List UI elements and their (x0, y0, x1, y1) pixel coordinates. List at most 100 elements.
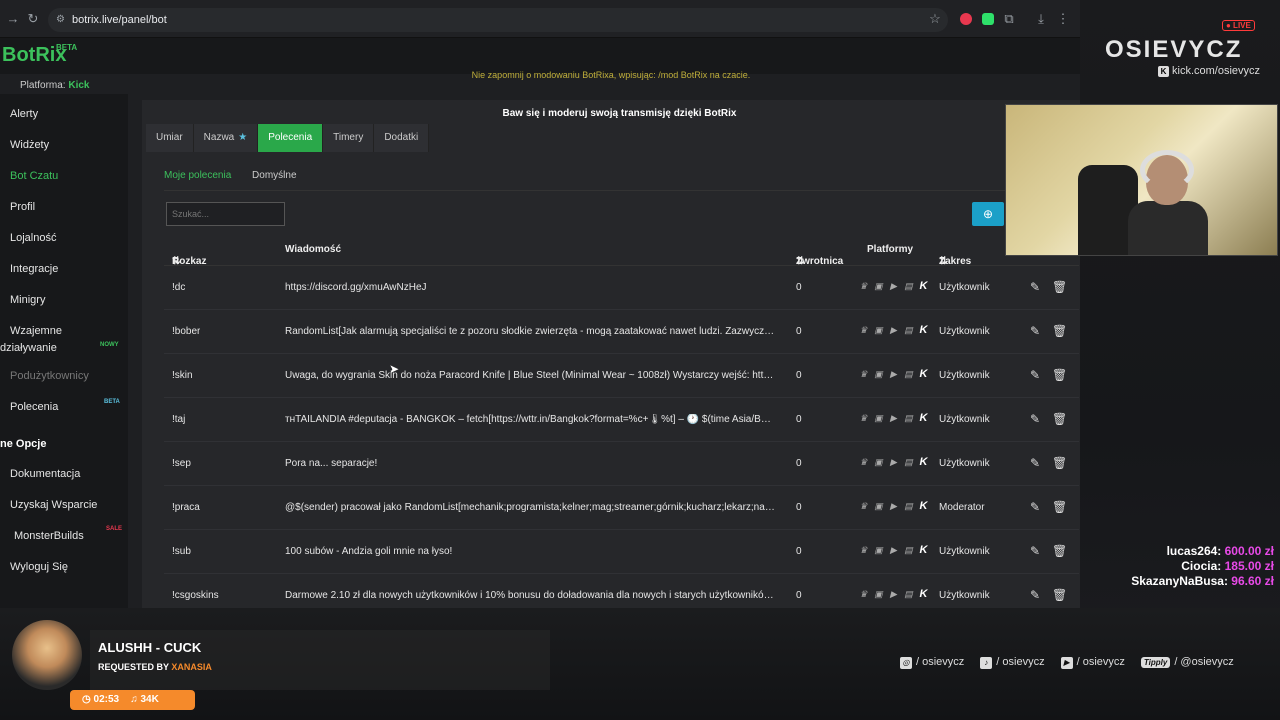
twitch-icon: ▣ (874, 501, 883, 511)
kick-icon: K (919, 588, 928, 600)
table-row: !praca @$(sender) pracował jako RandomLis… (164, 486, 1079, 530)
kick-icon: K (919, 368, 928, 380)
webcam-headphones (1140, 150, 1194, 190)
extensions-puzzle-icon[interactable]: ⧉ (1000, 10, 1018, 28)
sidebar-item-widzety[interactable]: Widżety (10, 139, 49, 151)
table-row: !sub 100 subów - Andzia goli mnie na łyso… (164, 530, 1079, 574)
tab-timery[interactable]: Timery (323, 124, 375, 152)
platform-icons: ♛ ▣ ▶ ▤ K (858, 545, 929, 556)
sidebar-item-wzajemne-line2[interactable]: działywanie (0, 342, 57, 354)
sidebar-item-profil[interactable]: Profil (10, 201, 35, 213)
edit-icon[interactable]: ✎ (1030, 412, 1040, 426)
download-icon[interactable]: ⤓ (1032, 10, 1050, 28)
sidebar-item-wzajemne[interactable]: Wzajemne (10, 325, 62, 337)
url-text: botrix.live/panel/bot (72, 14, 167, 26)
sidebar-item-integracje[interactable]: Integracje (10, 263, 58, 275)
sidebar-item-lojalnosc[interactable]: Lojalność (10, 232, 56, 244)
edit-icon[interactable]: ✎ (1030, 368, 1040, 382)
channel-logo: OSIEVYCZ (1105, 36, 1243, 63)
sidebar-item-wsparcie[interactable]: Uzyskaj Wsparcie (10, 499, 97, 511)
bookmark-star-icon[interactable]: ☆ (926, 10, 944, 28)
sidebar-item-bot-czatu[interactable]: Bot Czatu (10, 170, 58, 182)
requester-name: XANASIA (171, 662, 212, 672)
edit-icon[interactable]: ✎ (1030, 456, 1040, 470)
kick-bot-icon: ♛ (859, 501, 868, 511)
sidebar-section-options: ne Opcje (0, 438, 47, 450)
search-input[interactable] (166, 202, 285, 226)
delete-icon[interactable]: 🗑 (1052, 368, 1067, 382)
command-scope: Użytkownik (939, 326, 990, 337)
delete-icon[interactable]: 🗑 (1052, 544, 1067, 558)
command-name: !dc (172, 282, 186, 293)
edit-icon[interactable]: ✎ (1030, 500, 1040, 514)
youtube-icon: ▶ (1060, 657, 1073, 669)
col-message: Wiadomość (285, 244, 342, 255)
plus-icon: ⊕ (982, 207, 994, 221)
platform-icons: ♛ ▣ ▶ ▤ K (858, 369, 929, 380)
clock-icon: ◷ (82, 694, 91, 705)
song-artist-avatar (12, 620, 82, 690)
star-icon: ★ (238, 132, 248, 143)
platform-label: Platforma: (20, 80, 66, 91)
command-cooldown: 0 (796, 546, 802, 557)
donor-1: lucas264: 600.00 zł (1167, 544, 1274, 558)
delete-icon[interactable]: 🗑 (1052, 412, 1067, 426)
panel-tabs: Umiar Nazwa ★ Polecenia Timery Dodatki (146, 124, 430, 152)
reload-icon[interactable]: ↻ (24, 10, 42, 28)
forward-icon[interactable]: → (4, 10, 22, 28)
edit-icon[interactable]: ✎ (1030, 588, 1040, 602)
edit-icon[interactable]: ✎ (1030, 324, 1040, 338)
platform-icons: ♛ ▣ ▶ ▤ K (858, 325, 929, 336)
youtube-icon: ▶ (890, 457, 897, 467)
address-bar[interactable]: ⚙ botrix.live/panel/bot (48, 8, 948, 32)
donor-amount: 96.60 zł (1231, 574, 1274, 588)
commands-panel: Baw się i moderuj swoją transmisję dzięk… (142, 100, 1080, 608)
subtab-moje-polecenia[interactable]: Moje polecenia (164, 170, 231, 181)
add-command-button[interactable]: ⊕ (972, 202, 1004, 226)
browser-menu-icon[interactable]: ⋮ (1054, 10, 1072, 28)
donor-3: SkazanyNaBusa: 96.60 zł (1131, 574, 1274, 588)
delete-icon[interactable]: 🗑 (1052, 588, 1067, 602)
botrix-logo[interactable]: BotRix BETA (2, 43, 77, 67)
tab-nazwa[interactable]: Nazwa ★ (193, 124, 259, 152)
song-request-panel (90, 630, 550, 690)
command-name: !csgoskins (172, 590, 219, 601)
extension-green-icon[interactable] (982, 13, 994, 25)
song-title: ALUSHH - CUCK (98, 640, 202, 655)
site-info-icon[interactable]: ⚙ (56, 8, 65, 32)
kick-bot-icon: ♛ (859, 369, 868, 379)
command-message: Uwaga, do wygrania Skin do noża Paracord… (285, 370, 775, 381)
kick-handle: Kkick.com/osievycz (1158, 65, 1260, 77)
tab-umiar[interactable]: Umiar (146, 124, 194, 152)
browser-toolbar: → ↻ ⚙ botrix.live/panel/bot ☆ ⧉ ⤓ ⋮ (0, 0, 1080, 38)
platform-icons: ♛ ▣ ▶ ▤ K (858, 281, 929, 292)
panel-title: Baw się i moderuj swoją transmisję dzięk… (502, 108, 737, 119)
sidebar-item-monsterbuilds[interactable]: MonsterBuilds (14, 530, 84, 542)
sidebar-item-minigry[interactable]: Minigry (10, 294, 45, 306)
tab-polecenia[interactable]: Polecenia (258, 124, 324, 152)
trovo-icon: ▤ (904, 589, 913, 599)
command-message: Darmowe 2.10 zł dla nowych użytkowników … (285, 590, 775, 601)
delete-icon[interactable]: 🗑 (1052, 280, 1067, 294)
edit-icon[interactable]: ✎ (1030, 544, 1040, 558)
social-instagram: ◎ / osievycz (900, 656, 964, 669)
trovo-icon: ▤ (904, 369, 913, 379)
extension-red-icon[interactable] (960, 13, 972, 25)
sidebar-item-wyloguj[interactable]: Wyloguj Się (10, 561, 68, 573)
command-scope: Użytkownik (939, 414, 990, 425)
command-cooldown: 0 (796, 282, 802, 293)
command-cooldown: 0 (796, 326, 802, 337)
edit-icon[interactable]: ✎ (1030, 280, 1040, 294)
delete-icon[interactable]: 🗑 (1052, 456, 1067, 470)
subtab-domyslne[interactable]: Domyślne (252, 170, 296, 181)
delete-icon[interactable]: 🗑 (1052, 500, 1067, 514)
app-topbar: BotRix BETA (0, 38, 1080, 74)
sidebar-item-polecenia[interactable]: Polecenia (10, 401, 58, 413)
delete-icon[interactable]: 🗑 (1052, 324, 1067, 338)
table-row: !dc https://discord.gg/xmuAwNzHeJ 0 ♛ ▣ ▶ ▤ K Uż… (164, 266, 1079, 310)
sidebar-item-alerty[interactable]: Alerty (10, 108, 38, 120)
sidebar-item-dokumentacja[interactable]: Dokumentacja (10, 468, 80, 480)
sidebar-item-poduzytkownicy[interactable]: Podużytkownicy (10, 370, 89, 382)
twitch-icon: ▣ (874, 457, 883, 467)
tab-dodatki[interactable]: Dodatki (374, 124, 430, 152)
